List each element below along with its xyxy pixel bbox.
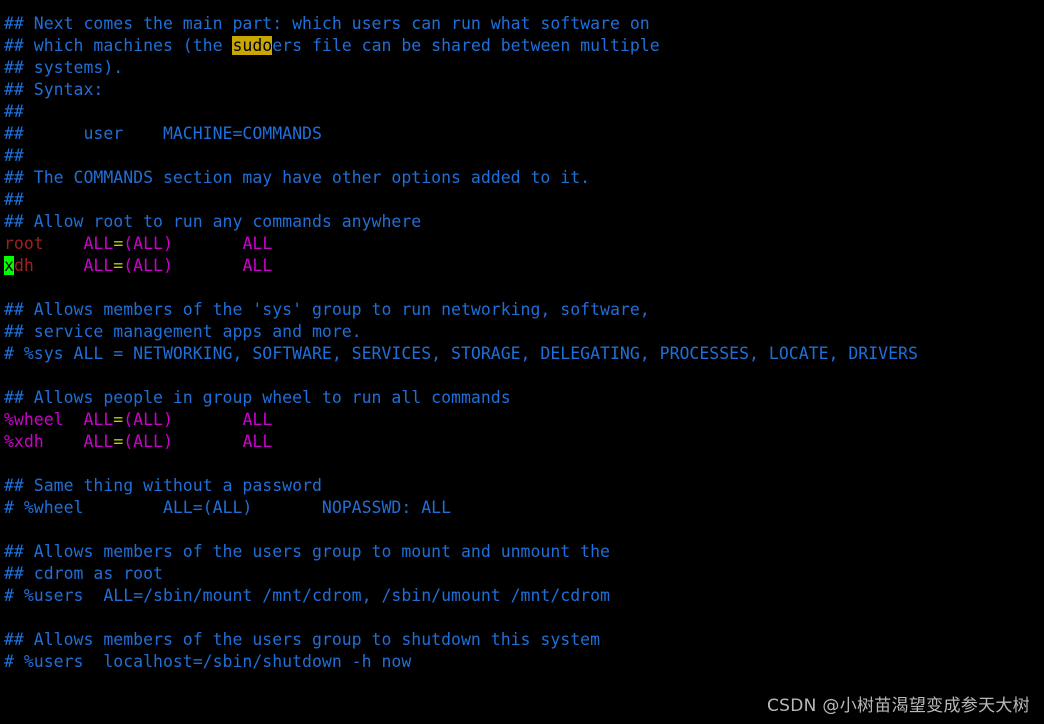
code-text: ## cdrom as root — [4, 564, 163, 583]
code-line[interactable]: ## service management apps and more. — [4, 321, 1044, 343]
sudoers-file-content[interactable]: ## Next comes the main part: which users… — [4, 13, 1044, 673]
blank-line[interactable] — [4, 607, 1044, 629]
code-text: ## — [4, 146, 24, 165]
code-text: ## Same thing without a password — [4, 476, 322, 495]
sudoers-privilege-token: ALL — [242, 410, 273, 429]
text-cursor[interactable]: x — [4, 256, 14, 275]
code-line[interactable]: ## which machines (the sudoers file can … — [4, 35, 1044, 57]
code-line[interactable]: %xdh ALL=(ALL) ALL — [4, 431, 1044, 453]
code-text: ers file can be shared between multiple — [272, 36, 660, 55]
code-line[interactable]: ## user MACHINE=COMMANDS — [4, 123, 1044, 145]
sudoers-operator-token: = — [113, 256, 124, 275]
code-line[interactable]: ## The COMMANDS section may have other o… — [4, 167, 1044, 189]
blank-line[interactable] — [4, 365, 1044, 387]
search-match-highlight: sudo — [232, 36, 273, 55]
code-text: ## The COMMANDS section may have other o… — [4, 168, 591, 187]
code-text: ## service management apps and more. — [4, 322, 362, 341]
code-text: ## Syntax: — [4, 80, 104, 99]
code-text: ## Next comes the main part: which users… — [4, 14, 650, 33]
terminal-screen[interactable]: ## Next comes the main part: which users… — [0, 0, 1044, 724]
csdn-watermark: CSDN @小树苗渴望变成参天大树 — [767, 696, 1030, 716]
code-text: ## systems). — [4, 58, 124, 77]
code-line[interactable]: ## systems). — [4, 57, 1044, 79]
code-line[interactable]: # %wheel ALL=(ALL) NOPASSWD: ALL — [4, 497, 1044, 519]
blank-line[interactable] — [4, 453, 1044, 475]
sudoers-privilege-token: ALL — [83, 410, 114, 429]
code-line[interactable]: root ALL=(ALL) ALL — [4, 233, 1044, 255]
blank-line[interactable] — [4, 277, 1044, 299]
sudoers-privilege-token: ALL — [242, 432, 273, 451]
blank-line[interactable] — [4, 519, 1044, 541]
sudoers-operator-token: = — [113, 410, 124, 429]
sudoers-privilege-token: ALL — [83, 234, 114, 253]
code-line[interactable]: ## Allows members of the users group to … — [4, 541, 1044, 563]
code-line[interactable]: ## Same thing without a password — [4, 475, 1044, 497]
code-line[interactable]: ## — [4, 189, 1044, 211]
sudoers-privilege-token: ALL — [83, 432, 114, 451]
code-text: # %wheel ALL=(ALL) NOPASSWD: ALL — [4, 498, 452, 517]
code-text: ## — [4, 190, 24, 209]
code-line[interactable]: # %sys ALL = NETWORKING, SOFTWARE, SERVI… — [4, 343, 1044, 365]
sudoers-operator-token: = — [113, 234, 124, 253]
code-text: ## Allow root to run any commands anywhe… — [4, 212, 422, 231]
code-line[interactable]: # %users ALL=/sbin/mount /mnt/cdrom, /sb… — [4, 585, 1044, 607]
sudoers-group-token: %wheel — [4, 410, 64, 429]
sudoers-group-token: %xdh — [4, 432, 44, 451]
code-text: # %users ALL=/sbin/mount /mnt/cdrom, /sb… — [4, 586, 610, 605]
code-line[interactable]: ## Allow root to run any commands anywhe… — [4, 211, 1044, 233]
code-text: ## user MACHINE=COMMANDS — [4, 124, 322, 143]
code-line[interactable]: ## — [4, 145, 1044, 167]
code-line[interactable]: # %users localhost=/sbin/shutdown -h now — [4, 651, 1044, 673]
sudoers-privilege-token: ALL — [242, 256, 273, 275]
sudoers-privilege-token: (ALL) — [123, 410, 173, 429]
code-line[interactable]: xdh ALL=(ALL) ALL — [4, 255, 1044, 277]
sudoers-privilege-token: ALL — [83, 256, 114, 275]
code-text: ## Allows people in group wheel to run a… — [4, 388, 511, 407]
code-text: ## which machines (the — [4, 36, 233, 55]
sudoers-user-token: dh — [13, 256, 34, 275]
sudoers-privilege-token: (ALL) — [123, 256, 173, 275]
code-text: ## Allows members of the users group to … — [4, 630, 601, 649]
sudoers-user-token: root — [4, 234, 44, 253]
sudoers-privilege-token: (ALL) — [123, 432, 173, 451]
code-line[interactable]: ## Allows members of the users group to … — [4, 629, 1044, 651]
sudoers-privilege-token: (ALL) — [123, 234, 173, 253]
sudoers-privilege-token: ALL — [242, 234, 273, 253]
code-line[interactable]: ## Syntax: — [4, 79, 1044, 101]
code-line[interactable]: %wheel ALL=(ALL) ALL — [4, 409, 1044, 431]
code-text: ## Allows members of the users group to … — [4, 542, 610, 561]
code-text: # %sys ALL = NETWORKING, SOFTWARE, SERVI… — [4, 344, 918, 363]
code-text: ## Allows members of the 'sys' group to … — [4, 300, 650, 319]
code-line[interactable]: ## Allows members of the 'sys' group to … — [4, 299, 1044, 321]
code-line[interactable]: ## Allows people in group wheel to run a… — [4, 387, 1044, 409]
code-text: # %users localhost=/sbin/shutdown -h now — [4, 652, 412, 671]
code-line[interactable]: ## Next comes the main part: which users… — [4, 13, 1044, 35]
code-text: ## — [4, 102, 24, 121]
sudoers-operator-token: = — [113, 432, 124, 451]
code-line[interactable]: ## cdrom as root — [4, 563, 1044, 585]
code-line[interactable]: ## — [4, 101, 1044, 123]
